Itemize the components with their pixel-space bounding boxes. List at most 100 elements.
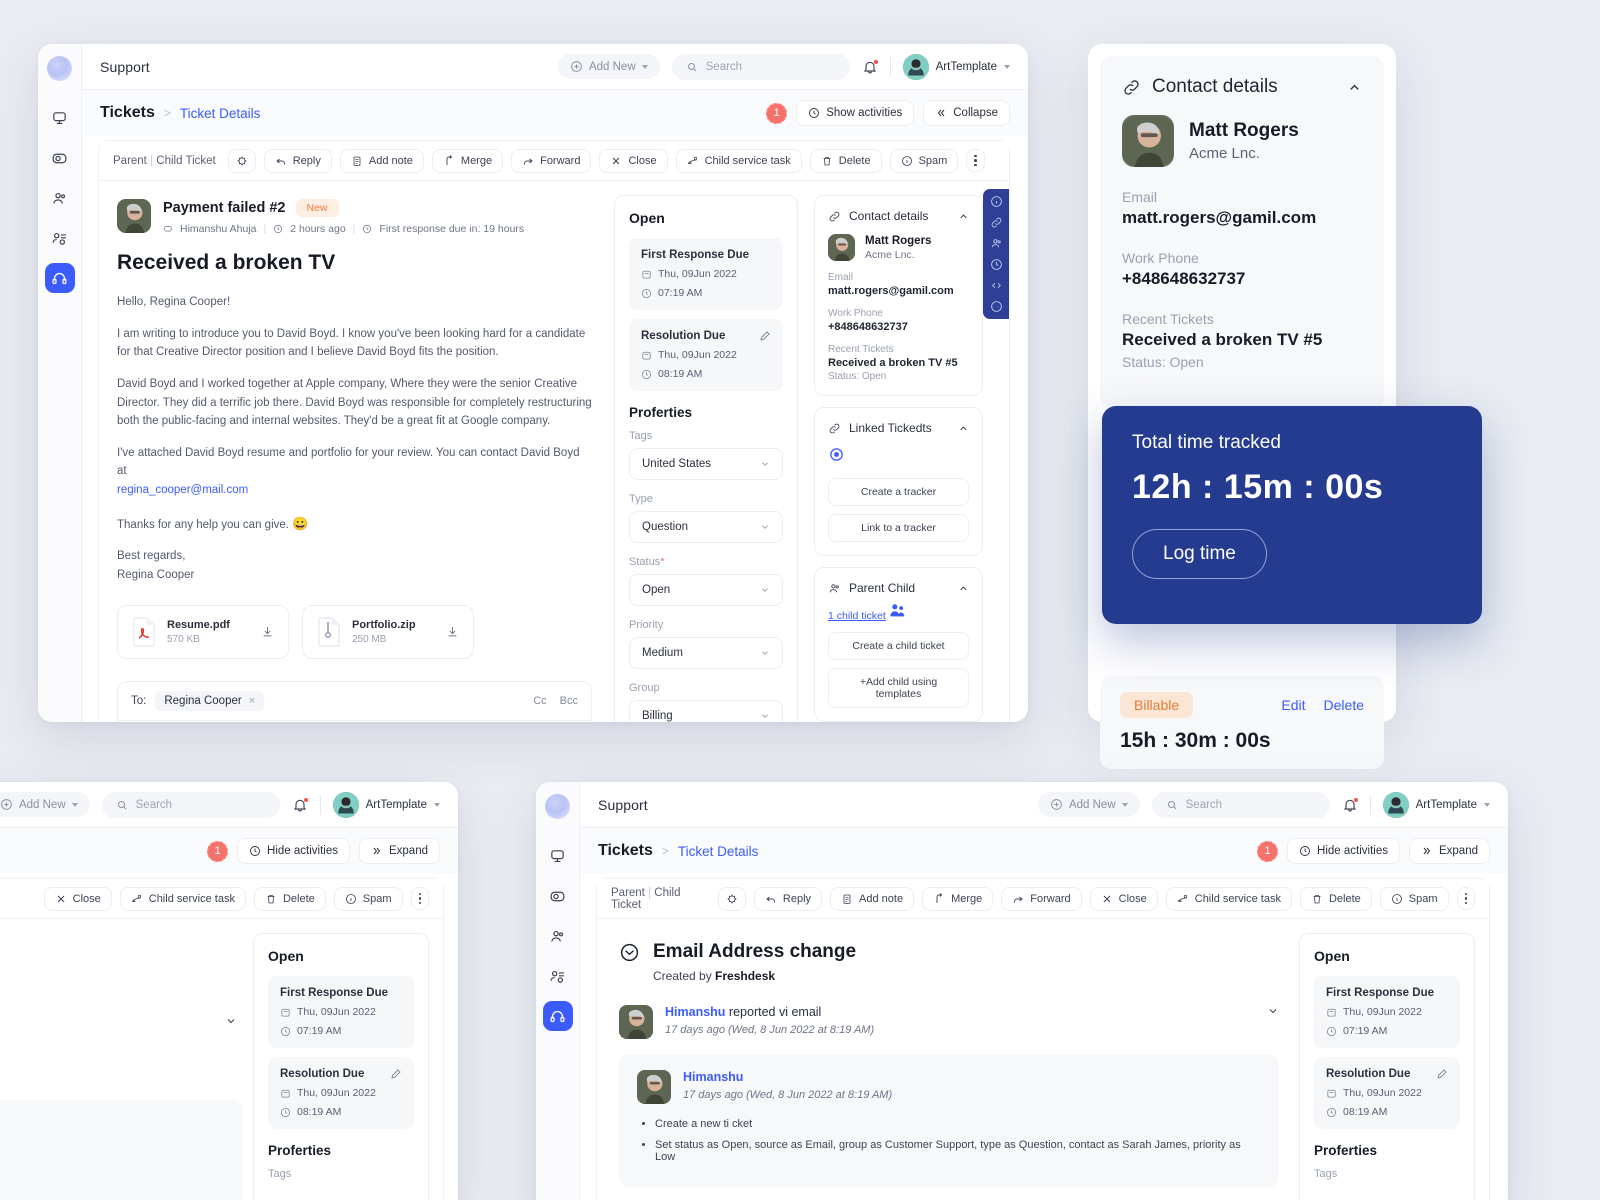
contact-card-recent-ticket[interactable]: Received a broken TV #5 [1122, 330, 1362, 350]
link-tracker-button[interactable]: Link to a tracker [828, 514, 969, 542]
sidebar-item-reports[interactable] [45, 223, 75, 253]
sidebar-item-contacts[interactable] [45, 183, 75, 213]
delete-button[interactable]: Delete [1324, 697, 1364, 713]
sidebar-item-support[interactable] [542, 1001, 573, 1031]
users-tab-icon[interactable] [990, 237, 1003, 250]
clock-tab-icon[interactable] [990, 258, 1003, 271]
tags-select[interactable]: United States [629, 448, 783, 480]
attachment-item[interactable]: Resume.pdf 570 KB [117, 604, 289, 659]
status-select[interactable]: Open [629, 574, 783, 606]
spam-button[interactable]: Spam [1379, 886, 1449, 911]
edit-pencil-icon[interactable] [759, 330, 771, 342]
group-select[interactable]: Billing [629, 700, 783, 722]
add-new-button[interactable]: Add New [0, 792, 90, 817]
type-select[interactable]: Question [629, 511, 783, 543]
child-ticket-link[interactable]: 1 child ticket [828, 610, 886, 622]
activity-actor-link[interactable]: Himanshu [683, 1070, 743, 1084]
reply-button[interactable]: Reply [263, 148, 332, 173]
more-options-button[interactable] [410, 886, 429, 911]
child-ticket-label[interactable]: Child Ticket [156, 155, 215, 167]
spam-button[interactable]: Spam [333, 886, 403, 911]
merge-button[interactable]: Merge [431, 148, 504, 173]
delete-button[interactable]: Delete [253, 886, 326, 911]
user-menu[interactable]: ArtTemplate [1382, 791, 1490, 818]
expand-button[interactable]: Expand [1408, 838, 1490, 864]
chevron-up-icon[interactable] [1347, 80, 1362, 95]
parent-label[interactable]: Parent [113, 155, 147, 167]
add-new-button[interactable]: Add New [1037, 792, 1140, 817]
expand-button[interactable]: Expand [358, 838, 440, 864]
bcc-button[interactable]: Bcc [560, 695, 578, 707]
info-tab-icon[interactable] [990, 195, 1003, 208]
collapse-button[interactable]: Collapse [923, 100, 1010, 126]
create-child-ticket-button[interactable]: Create a child ticket [828, 632, 969, 660]
add-note-button[interactable]: Add note [830, 886, 915, 911]
add-new-button[interactable]: Add New [557, 54, 660, 79]
close-button[interactable]: Close [1089, 886, 1158, 911]
chevron-down-icon[interactable] [1267, 1005, 1279, 1017]
sidebar-item-dashboard[interactable] [45, 103, 75, 133]
close-button[interactable]: Close [43, 886, 112, 911]
recent-ticket-title[interactable]: Received a broken TV #5 [828, 357, 969, 369]
contact-email-link[interactable]: regina_cooper@mail.com [117, 484, 248, 496]
child-service-task-button[interactable]: Child service task [675, 148, 802, 173]
edit-pencil-icon[interactable] [390, 1068, 402, 1080]
sidebar-item-chat[interactable] [543, 881, 573, 911]
add-note-button[interactable]: Add note [339, 148, 424, 173]
sidebar-item-chat[interactable] [45, 143, 75, 173]
notifications-button[interactable] [862, 59, 878, 75]
sparkle-button[interactable] [717, 886, 746, 911]
hide-activities-button[interactable]: Hide activities [1287, 838, 1400, 864]
sidebar-item-contacts[interactable] [543, 921, 573, 951]
download-icon[interactable] [446, 625, 459, 638]
activity-actor-link[interactable]: Himanshu [665, 1005, 725, 1019]
priority-select[interactable]: Medium [629, 637, 783, 669]
parent-label[interactable]: Parent [611, 887, 645, 899]
sidebar-item-reports[interactable] [543, 961, 573, 991]
more-tab-icon[interactable] [990, 300, 1003, 313]
contact-details-header[interactable]: Contact details [828, 209, 969, 223]
create-tracker-button[interactable]: Create a tracker [828, 478, 969, 506]
breadcrumb-root[interactable]: Tickets [100, 104, 155, 122]
more-options-button[interactable] [1456, 886, 1475, 911]
edit-pencil-icon[interactable] [1436, 1068, 1448, 1080]
close-button[interactable]: Close [599, 148, 668, 173]
show-activities-button[interactable]: Show activities [796, 100, 915, 126]
attachment-item[interactable]: Portfolio.zip 250 MB [302, 604, 474, 659]
notifications-button[interactable] [1342, 797, 1358, 813]
spam-button[interactable]: Spam [889, 148, 959, 173]
search-input[interactable]: Search [671, 53, 850, 80]
add-child-template-button[interactable]: +Add child using templates [828, 668, 969, 708]
search-input[interactable]: Search [1151, 791, 1330, 818]
remove-recipient-icon[interactable]: × [249, 695, 255, 707]
parent-child-header[interactable]: Parent Child [828, 581, 969, 595]
sidebar-item-dashboard[interactable] [543, 841, 573, 871]
reply-button[interactable]: Reply [753, 886, 823, 911]
child-service-task-button[interactable]: Child service task [1165, 886, 1292, 911]
recipient-chip[interactable]: Regina Cooper × [155, 690, 265, 711]
code-tab-icon[interactable] [990, 279, 1003, 292]
search-input[interactable]: Search [101, 791, 280, 818]
breadcrumb-current[interactable]: Ticket Details [180, 106, 261, 121]
merge-button[interactable]: Merge [922, 886, 994, 911]
more-options-button[interactable] [966, 148, 985, 173]
notifications-button[interactable] [292, 797, 308, 813]
user-menu[interactable]: ArtTemplate [332, 791, 440, 818]
edit-button[interactable]: Edit [1281, 697, 1305, 713]
chevron-down-icon[interactable] [225, 1015, 237, 1027]
log-time-button[interactable]: Log time [1132, 529, 1267, 579]
cc-button[interactable]: Cc [533, 695, 546, 707]
forward-button[interactable]: Forward [1001, 886, 1082, 911]
forward-button[interactable]: Forward [511, 148, 592, 173]
breadcrumb-current[interactable]: Ticket Details [678, 844, 759, 859]
contact-card-header[interactable]: Contact details [1122, 76, 1362, 98]
download-icon[interactable] [261, 625, 274, 638]
link-tab-icon[interactable] [990, 216, 1003, 229]
child-service-task-button[interactable]: Child service task [119, 886, 246, 911]
hide-activities-button[interactable]: Hide activities [237, 838, 350, 864]
delete-button[interactable]: Delete [1299, 886, 1372, 911]
delete-button[interactable]: Delete [809, 148, 882, 173]
user-menu[interactable]: ArtTemplate [902, 53, 1010, 80]
breadcrumb-root[interactable]: Tickets [598, 842, 653, 860]
sparkle-button[interactable] [227, 148, 256, 173]
